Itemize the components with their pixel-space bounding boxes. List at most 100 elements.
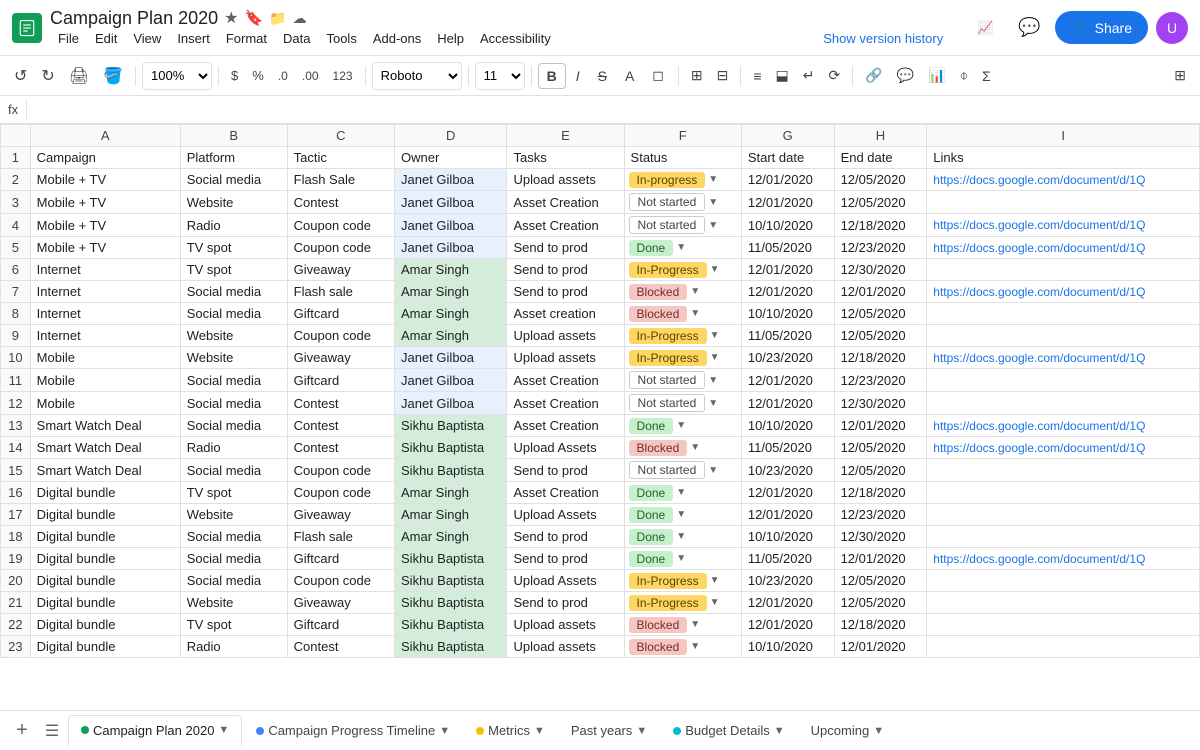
font-size-select[interactable]: 11 (475, 62, 525, 90)
tab-color-yellow (476, 727, 484, 735)
menu-format[interactable]: Format (218, 29, 275, 48)
menu-addons[interactable]: Add-ons (365, 29, 429, 48)
menu-help[interactable]: Help (429, 29, 472, 48)
tab-upcoming[interactable]: Upcoming ▼ (799, 715, 896, 747)
user-avatar[interactable]: U (1156, 12, 1188, 44)
col-header-i[interactable]: I (927, 125, 1200, 147)
tab-color-green (81, 726, 89, 734)
fill-color-button[interactable]: ◻ (644, 63, 672, 88)
tab-progress-dropdown-icon[interactable]: ▼ (439, 725, 450, 737)
star-icon[interactable]: ★ (224, 8, 238, 28)
tab-color-teal (673, 727, 681, 735)
col-header-a[interactable]: A (30, 125, 180, 147)
table-row: 3 Mobile + TV Website Contest Janet Gilb… (1, 191, 1200, 214)
bold-button[interactable]: B (538, 63, 566, 89)
folder-icon[interactable]: 📁 (269, 10, 286, 27)
menu-edit[interactable]: Edit (87, 29, 125, 48)
tab-past-years-dropdown-icon[interactable]: ▼ (636, 725, 647, 737)
chart-button[interactable]: 📊 (922, 63, 951, 88)
comment-button[interactable]: 💬 (891, 63, 920, 88)
currency-button[interactable]: $ (225, 64, 244, 87)
menu-view[interactable]: View (125, 29, 169, 48)
tab-dropdown-icon[interactable]: ▼ (218, 724, 229, 736)
table-row: 9 Internet Website Coupon code Amar Sing… (1, 325, 1200, 347)
table-row: 6 Internet TV spot Giveaway Amar Singh S… (1, 259, 1200, 281)
paint-format-button[interactable]: 🪣 (97, 62, 129, 90)
table-row: 7 Internet Social media Flash sale Amar … (1, 281, 1200, 303)
font-select[interactable]: Roboto (372, 62, 462, 90)
present-icon[interactable]: 📈 (967, 10, 1003, 46)
col-header-c[interactable]: C (287, 125, 394, 147)
table-row: 18 Digital bundle Social media Flash sal… (1, 526, 1200, 548)
table-row: 19 Digital bundle Social media Giftcard … (1, 548, 1200, 570)
menu-accessibility[interactable]: Accessibility (472, 29, 559, 48)
redo-button[interactable]: ↻ (35, 62, 60, 90)
doc-title: Campaign Plan 2020 (50, 8, 218, 29)
table-row: 22 Digital bundle TV spot Giftcard Sikhu… (1, 614, 1200, 636)
tab-color-blue (256, 727, 264, 735)
table-row: 23 Digital bundle Radio Contest Sikhu Ba… (1, 636, 1200, 658)
menu-tools[interactable]: Tools (318, 29, 364, 48)
borders-button[interactable]: ⊞ (685, 63, 709, 88)
menu-insert[interactable]: Insert (169, 29, 218, 48)
table-row: 21 Digital bundle Website Giveaway Sikhu… (1, 592, 1200, 614)
percent-button[interactable]: % (246, 64, 270, 87)
text-color-button[interactable]: A (617, 64, 642, 88)
col-header-h[interactable]: H (834, 125, 927, 147)
sheet-menu-button[interactable]: ☰ (38, 717, 66, 745)
table-row: 15 Smart Watch Deal Social media Coupon … (1, 459, 1200, 482)
table-row: 4 Mobile + TV Radio Coupon code Janet Gi… (1, 214, 1200, 237)
tab-budget-dropdown-icon[interactable]: ▼ (774, 725, 785, 737)
undo-button[interactable]: ↺ (8, 62, 33, 90)
decimal-inc-button[interactable]: .00 (296, 65, 325, 87)
tab-metrics-dropdown-icon[interactable]: ▼ (534, 725, 545, 737)
col-header-g[interactable]: G (741, 125, 834, 147)
tab-progress-timeline[interactable]: Campaign Progress Timeline ▼ (244, 715, 462, 747)
share-icon: 👤 (1071, 19, 1088, 36)
wrap-button[interactable]: ↵ (797, 63, 821, 88)
tab-past-years[interactable]: Past years ▼ (559, 715, 659, 747)
filter-button[interactable]: ⌽ (954, 63, 974, 88)
add-sheet-button[interactable]: + (8, 717, 36, 745)
table-row: 12 Mobile Social media Contest Janet Gil… (1, 392, 1200, 415)
tab-budget-details[interactable]: Budget Details ▼ (661, 715, 796, 747)
comments-icon[interactable]: 💬 (1011, 10, 1047, 46)
v-align-button[interactable]: ⬓ (770, 63, 795, 88)
col-header-b[interactable]: B (180, 125, 287, 147)
link-button[interactable]: 🔗 (859, 63, 888, 88)
strikethrough-button[interactable]: S (590, 64, 615, 88)
expand-button[interactable]: ⊞ (1168, 63, 1192, 88)
table-row: 20 Digital bundle Social media Coupon co… (1, 570, 1200, 592)
bookmark-icon[interactable]: 🔖 (244, 9, 263, 27)
decimal-dec-button[interactable]: .0 (272, 65, 294, 87)
functions-button[interactable]: Σ (976, 64, 997, 88)
share-button[interactable]: 👤 Share (1055, 11, 1148, 44)
corner-header (1, 125, 31, 147)
menu-file[interactable]: File (50, 29, 87, 48)
tab-upcoming-dropdown-icon[interactable]: ▼ (873, 725, 884, 737)
table-row: 17 Digital bundle Website Giveaway Amar … (1, 504, 1200, 526)
header-row: 1 Campaign Platform Tactic Owner Tasks S… (1, 147, 1200, 169)
tab-metrics[interactable]: Metrics ▼ (464, 715, 557, 747)
italic-button[interactable]: I (568, 64, 588, 88)
table-row: 5 Mobile + TV TV spot Coupon code Janet … (1, 237, 1200, 259)
h-align-button[interactable]: ≡ (747, 64, 767, 88)
table-row: 11 Mobile Social media Giftcard Janet Gi… (1, 369, 1200, 392)
col-header-e[interactable]: E (507, 125, 624, 147)
version-history-link[interactable]: Show version history (815, 29, 951, 48)
table-row: 16 Digital bundle TV spot Coupon code Am… (1, 482, 1200, 504)
tab-campaign-plan[interactable]: Campaign Plan 2020 ▼ (68, 715, 242, 747)
number-format-button[interactable]: 123 (327, 65, 359, 87)
table-row: 2 Mobile + TV Social media Flash Sale Ja… (1, 169, 1200, 191)
table-row: 14 Smart Watch Deal Radio Contest Sikhu … (1, 437, 1200, 459)
rotate-button[interactable]: ⟳ (823, 63, 847, 88)
table-row: 10 Mobile Website Giveaway Janet Gilboa … (1, 347, 1200, 369)
print-button[interactable]: 🖨 (63, 62, 95, 90)
col-header-d[interactable]: D (395, 125, 507, 147)
zoom-select[interactable]: 100% (142, 62, 212, 90)
formula-cell-ref: fx (8, 102, 18, 117)
merge-button[interactable]: ⊟ (711, 63, 735, 88)
col-header-f[interactable]: F (624, 125, 741, 147)
cloud-icon[interactable]: ☁ (293, 10, 307, 27)
menu-data[interactable]: Data (275, 29, 318, 48)
